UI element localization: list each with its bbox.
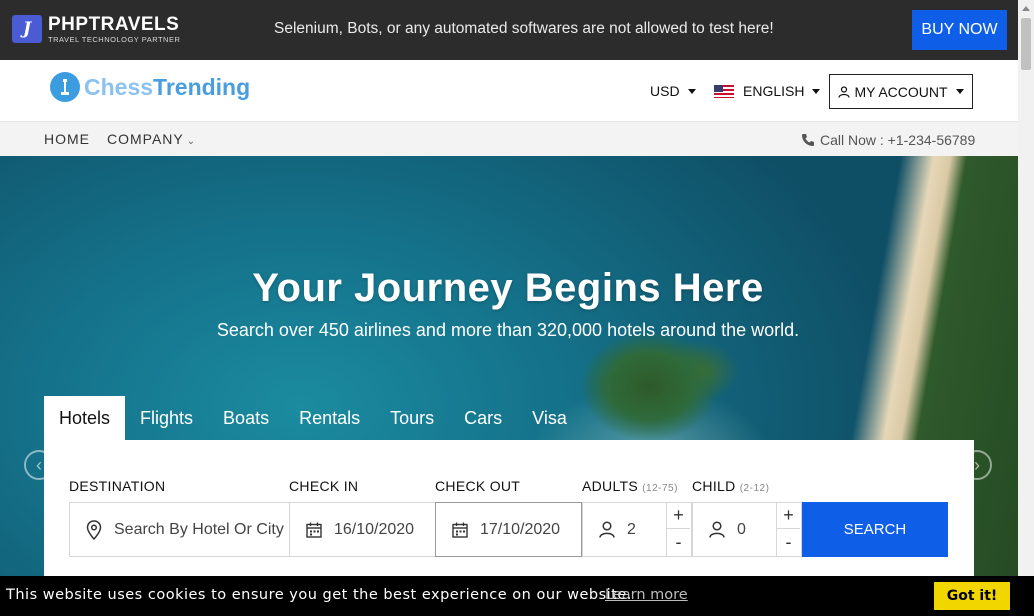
my-account-label: MY ACCOUNT [854,83,948,100]
adults-minus-button[interactable]: - [667,529,690,556]
child-minus-button[interactable]: - [777,529,800,556]
user-icon [599,521,615,538]
location-pin-icon [86,519,102,540]
cookie-message: This website uses cookies to ensure you … [6,587,632,603]
adults-range: (12-75) [642,483,678,494]
cookie-banner: This website uses cookies to ensure you … [0,576,1034,616]
chevron-down-icon: ⌄ [186,136,197,147]
page-scrollbar[interactable] [1018,0,1034,576]
destination-placeholder: Search By Hotel Or City [114,520,284,538]
phptravels-logo-icon: J [12,15,42,44]
caret-down-icon [687,88,696,94]
chess-piece-icon [50,72,80,102]
checkin-label: CHECK IN [289,478,359,494]
hotel-search-panel: DESTINATION Search By Hotel Or City CHEC… [44,440,974,580]
nav-company[interactable]: COMPANY ⌄ [107,131,196,147]
checkin-value: 16/10/2020 [334,520,415,538]
hero-subtitle: Search over 450 airlines and more than 3… [216,320,800,340]
language-label: ENGLISH [743,83,805,99]
adults-label: ADULTS (12-75) [582,478,678,494]
tab-flights[interactable]: Flights [125,396,208,440]
adults-label-text: ADULTS [582,478,638,494]
search-tabs: Hotels Flights Boats Rentals Tours Cars … [44,396,582,440]
adults-value: 2 [627,520,636,538]
calendar-icon [306,522,322,538]
child-plus-button[interactable]: + [777,502,800,529]
site-logo[interactable]: ChessTrending [50,72,250,102]
destination-field[interactable]: Search By Hotel Or City [69,502,290,557]
tab-boats[interactable]: Boats [208,396,284,440]
logo-text-chess: Chess [84,73,154,100]
child-stepper: + - [776,502,800,557]
caret-down-icon [955,89,964,94]
phone-icon [802,134,814,146]
cookie-accept-button[interactable]: Got it! [934,582,1010,610]
checkin-field[interactable]: 16/10/2020 [289,502,436,557]
hero-title: Your Journey Begins Here [252,266,764,310]
child-value: 0 [737,520,746,538]
brand-tagline: TRAVEL TECHNOLOGY PARTNER [48,35,181,44]
site-header: ChessTrending USD ENGLISH MY ACCOUNT [0,60,1018,121]
learn-more-link[interactable]: Learn more [605,587,688,603]
scroll-up-icon[interactable] [1018,0,1034,16]
phptravels-brand[interactable]: J PHPTRAVELS TRAVEL TECHNOLOGY PARTNER [12,15,180,44]
call-now-text: Call Now : +1-234-56789 [820,132,976,148]
tab-visa[interactable]: Visa [517,396,582,440]
user-icon [709,521,725,538]
call-now: Call Now : +1-234-56789 [801,132,975,148]
tab-tours[interactable]: Tours [375,396,449,440]
checkout-label: CHECK OUT [435,478,521,494]
child-range: (2-12) [739,483,770,494]
destination-label: DESTINATION [69,478,166,494]
caret-down-icon [812,88,821,94]
scrollbar-thumb[interactable] [1021,18,1031,70]
tab-rentals[interactable]: Rentals [284,396,375,440]
tab-cars[interactable]: Cars [449,396,517,440]
checkout-field[interactable]: 17/10/2020 [435,502,582,557]
buy-now-button[interactable]: BUY NOW [912,10,1007,50]
currency-dropdown[interactable]: USD [650,83,696,99]
search-button[interactable]: SEARCH [802,502,948,557]
tab-hotels[interactable]: Hotels [44,396,126,440]
child-label: CHILD (2-12) [692,478,769,494]
nav-company-label: COMPANY [107,131,184,147]
top-promo-bar: J PHPTRAVELS TRAVEL TECHNOLOGY PARTNER S… [0,0,1018,60]
user-icon [838,85,851,98]
currency-label: USD [650,83,680,99]
brand-name: PHPTRAVELS [48,14,180,35]
adults-stepper: + - [666,502,690,557]
nav-home[interactable]: HOME [44,131,90,147]
child-label-text: CHILD [692,478,736,494]
adults-plus-button[interactable]: + [667,502,690,529]
language-dropdown[interactable]: ENGLISH [714,83,821,99]
us-flag-icon [714,84,734,98]
logo-text-trending: Trending [153,73,251,100]
my-account-button[interactable]: MY ACCOUNT [829,74,973,109]
main-nav: HOME COMPANY ⌄ Call Now : +1-234-56789 [0,121,1018,156]
checkout-value: 17/10/2020 [480,520,561,538]
promo-text: Selenium, Bots, or any automated softwar… [274,20,774,37]
calendar-icon [452,522,468,538]
